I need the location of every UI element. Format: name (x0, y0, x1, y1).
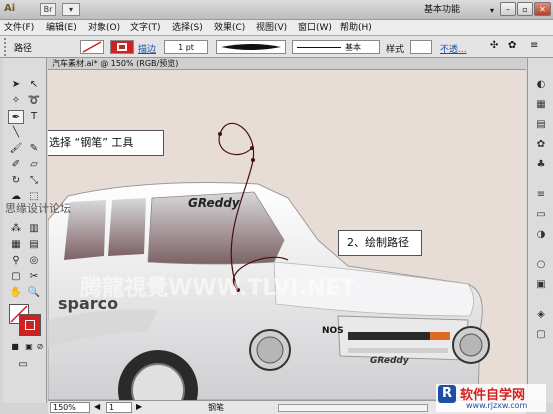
maximize-button[interactable]: ▫ (517, 2, 533, 16)
style-label: 样式 (386, 45, 405, 55)
stroke-weight-field[interactable]: 1 pt (164, 40, 208, 54)
recolor-artwork-icon[interactable]: ✿ (508, 40, 516, 51)
callout-step-2: 2、绘制路径 (338, 230, 422, 256)
appearance-icon[interactable]: ○ (534, 258, 548, 272)
graphic-styles-icon[interactable]: ▣ (534, 278, 548, 292)
menu-select[interactable]: 选择(S) (172, 22, 203, 34)
type-tool-icon[interactable]: T (26, 110, 42, 124)
artboards-icon[interactable]: ▢ (534, 328, 548, 342)
swatches-icon[interactable]: ▤ (534, 118, 548, 132)
menu-effect[interactable]: 效果(C) (214, 22, 245, 34)
artboard-number-field[interactable]: 1 (106, 402, 132, 413)
fill-swatch[interactable] (80, 40, 104, 54)
workspace-switcher[interactable]: 基本功能 (424, 3, 488, 17)
nos-badge: NOS (322, 326, 344, 336)
title-bar: Ai Br ▾ 基本功能 ▾ – ▫ ✕ (0, 0, 553, 20)
artboard-next-icon[interactable]: ▶ (136, 402, 142, 411)
logo-url: www.rjzxw.com (466, 401, 528, 410)
menu-help[interactable]: 帮助(H) (340, 22, 372, 34)
menu-bar: 文件(F) 编辑(E) 对象(O) 文字(T) 选择(S) 效果(C) 视图(V… (0, 20, 553, 36)
color-panel-icon[interactable]: ◐ (534, 78, 548, 92)
symbols-icon[interactable]: ♣ (534, 158, 548, 172)
stroke-swatch[interactable] (110, 40, 134, 54)
document-tab[interactable]: 汽车素材.ai* @ 150% (RGB/预览) (48, 58, 526, 70)
menu-type[interactable]: 文字(T) (130, 22, 161, 34)
direct-selection-tool-icon[interactable]: ↖ (26, 78, 42, 92)
brushes-icon[interactable]: ✿ (534, 138, 548, 152)
tlvi-watermark: 腾龍視覺WWW.TLVI.NET (80, 276, 356, 301)
stroke-color-icon[interactable] (19, 314, 41, 336)
site-logo: R 软件自学网 www.rjzxw.com (436, 384, 546, 412)
grille-brand: GReddy (370, 356, 409, 366)
minimize-button[interactable]: – (500, 2, 516, 16)
pen-tool-icon[interactable]: ✒ (8, 110, 24, 124)
app-logo: Ai (4, 3, 16, 14)
none-mode-icon[interactable]: ⊘ (35, 340, 45, 354)
brush-style-label: 基本 (345, 43, 361, 52)
mesh-tool-icon[interactable]: ▦ (8, 238, 24, 252)
gradient-panel-icon[interactable]: ▭ (534, 208, 548, 222)
panel-menu-icon[interactable]: ≡ (530, 40, 538, 51)
artboard-tool-icon[interactable]: ▢ (8, 270, 24, 284)
car-artwork (48, 122, 490, 400)
arrange-documents-icon[interactable]: ▾ (62, 3, 80, 16)
blob-brush-tool-icon[interactable]: ✐ (8, 158, 24, 172)
callout-step-1: 1、选择 “钢笔” 工具 (48, 130, 164, 156)
menu-edit[interactable]: 编辑(E) (46, 22, 77, 34)
transparency-icon[interactable]: ◑ (534, 228, 548, 242)
stroke-link[interactable]: 描边 (138, 42, 156, 55)
chevron-down-icon[interactable]: ▾ (490, 6, 494, 15)
stroke-panel-icon[interactable]: ≡ (534, 188, 548, 202)
line-tool-icon[interactable]: ╲ (8, 126, 24, 140)
color-guide-icon[interactable]: ▦ (534, 98, 548, 112)
pencil-tool-icon[interactable]: ✎ (26, 142, 42, 156)
column-graph-tool-icon[interactable]: ▥ (26, 222, 42, 236)
windshield-brand: GReddy (188, 196, 240, 210)
paintbrush-tool-icon[interactable]: 🖌 (8, 142, 24, 156)
layers-icon[interactable]: ◈ (534, 308, 548, 322)
scale-tool-icon[interactable]: ⤡ (26, 174, 42, 188)
gradient-tool-icon[interactable]: ▤ (26, 238, 42, 252)
zoom-tool-icon[interactable]: 🔍 (26, 286, 42, 300)
screen-mode-icon[interactable]: ▭ (15, 358, 31, 372)
control-bar: 路径 描边 1 pt 基本 样式 不透... ✣ ✿ ≡ (0, 36, 553, 58)
rotate-tool-icon[interactable]: ↻ (8, 174, 24, 188)
menu-object[interactable]: 对象(O) (88, 22, 120, 34)
brush-definition[interactable]: 基本 (292, 40, 380, 54)
close-button[interactable]: ✕ (534, 2, 551, 16)
magic-wand-tool-icon[interactable]: ✧ (8, 94, 24, 108)
hand-tool-icon[interactable]: ✋ (8, 286, 24, 300)
artboard-canvas[interactable]: GReddy sparco NOS GReddy 腾龍視覺WWW.TLVI.NE… (48, 70, 526, 400)
opacity-link[interactable]: 不透... (440, 42, 467, 55)
status-tool-name: 钢笔 (208, 403, 224, 412)
blend-tool-icon[interactable]: ◎ (26, 254, 42, 268)
object-type-label: 路径 (14, 44, 33, 54)
horizontal-scrollbar[interactable] (278, 404, 428, 412)
toolbox: ➤ ↖ ✧ ➰ ✒ T ╲ 🖌 ✎ ✐ ▱ ↻ ⤡ ☁ ⬚ ⁂ ▥ ▦ ▤ ⚲ … (3, 58, 47, 403)
menu-file[interactable]: 文件(F) (4, 22, 34, 34)
transform-icon[interactable]: ✣ (490, 40, 498, 51)
panel-grip[interactable] (4, 38, 8, 56)
menu-view[interactable]: 视图(V) (256, 22, 287, 34)
artboard-prev-icon[interactable]: ◀ (94, 402, 100, 411)
site-watermark: 思缘设计论坛 (5, 202, 71, 215)
bridge-icon[interactable]: Br (40, 3, 56, 16)
menu-window[interactable]: 窗口(W) (298, 22, 332, 34)
logo-mark-icon: R (438, 385, 456, 403)
graphic-style-picker[interactable] (410, 40, 432, 54)
eraser-tool-icon[interactable]: ▱ (26, 158, 42, 172)
selection-tool-icon[interactable]: ➤ (8, 78, 24, 92)
symbol-sprayer-tool-icon[interactable]: ⁂ (8, 222, 24, 236)
right-panel-dock: ◐ ▦ ▤ ✿ ♣ ≡ ▭ ◑ ○ ▣ ◈ ▢ (527, 58, 553, 403)
zoom-field[interactable]: 150% (50, 402, 90, 413)
slice-tool-icon[interactable]: ✂ (26, 270, 42, 284)
variable-width-profile[interactable] (216, 40, 286, 54)
lasso-tool-icon[interactable]: ➰ (26, 94, 42, 108)
eyedropper-tool-icon[interactable]: ⚲ (8, 254, 24, 268)
